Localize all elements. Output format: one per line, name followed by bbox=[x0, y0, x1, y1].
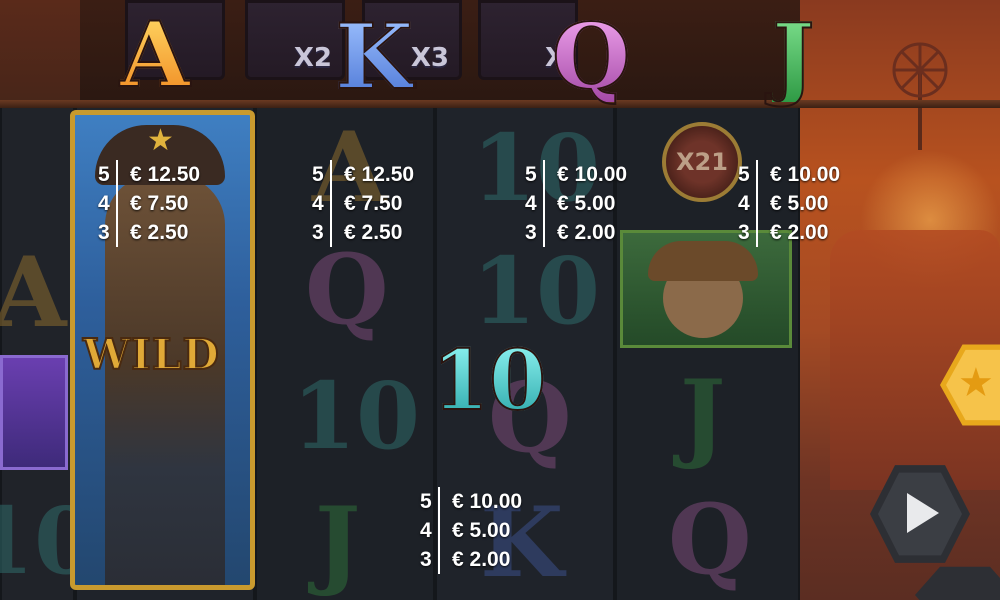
paytable-values: € 10.00 € 5.00 € 2.00 bbox=[758, 160, 840, 247]
payout-value: € 10.00 bbox=[557, 163, 628, 186]
count-5: 5 bbox=[312, 163, 324, 186]
paytable-counts: 5 4 3 bbox=[98, 160, 118, 247]
paytable-symbol-jack: J bbox=[771, 4, 816, 110]
payout-value: € 7.50 bbox=[130, 192, 189, 215]
payout-value: € 2.50 bbox=[130, 221, 189, 244]
payout-value: € 10.00 bbox=[770, 163, 841, 186]
count-3: 3 bbox=[420, 548, 432, 571]
count-3: 3 bbox=[525, 221, 537, 244]
paytable-values: € 12.50 € 7.50 € 2.50 bbox=[118, 160, 200, 247]
count-5: 5 bbox=[525, 163, 537, 186]
play-icon[interactable] bbox=[907, 493, 939, 533]
reel-symbol-ten: 10 bbox=[292, 362, 421, 470]
goblin-symbol bbox=[620, 230, 792, 348]
multiplier-card: X2 bbox=[245, 0, 345, 80]
reel-symbol-jack: J bbox=[680, 359, 726, 472]
character-symbol bbox=[0, 355, 68, 470]
paytable-symbol-queen: Q bbox=[551, 4, 631, 110]
count-3: 3 bbox=[312, 221, 324, 244]
paytable-counts: 5 4 3 bbox=[420, 487, 440, 574]
paytable-symbol-ten: 10 bbox=[431, 333, 547, 429]
paytable-king: 5 4 3 € 12.50 € 7.50 € 2.50 bbox=[312, 160, 414, 247]
reel-symbol-jack: J bbox=[315, 486, 361, 599]
count-4: 4 bbox=[525, 192, 537, 215]
paytable-counts: 5 4 3 bbox=[738, 160, 758, 247]
paytable-jack: 5 4 3 € 10.00 € 5.00 € 2.00 bbox=[738, 160, 840, 247]
count-4: 4 bbox=[98, 192, 110, 215]
reel-symbol-ace: A bbox=[0, 236, 67, 349]
count-5: 5 bbox=[98, 163, 110, 186]
payout-value: € 7.50 bbox=[344, 192, 403, 215]
paytable-counts: 5 4 3 bbox=[525, 160, 545, 247]
payout-value: € 5.00 bbox=[452, 519, 511, 542]
payout-value: € 12.50 bbox=[344, 163, 415, 186]
star-icon[interactable]: ★ bbox=[958, 360, 994, 406]
payout-value: € 2.00 bbox=[770, 221, 829, 244]
count-4: 4 bbox=[312, 192, 324, 215]
goblin-hat-icon bbox=[648, 241, 758, 281]
reel-symbol-queen: Q bbox=[668, 483, 752, 596]
count-5: 5 bbox=[738, 163, 750, 186]
payout-value: € 5.00 bbox=[557, 192, 616, 215]
paytable-ten: 5 4 3 € 10.00 € 5.00 € 2.00 bbox=[420, 487, 522, 574]
count-4: 4 bbox=[420, 519, 432, 542]
paytable-ace: 5 4 3 € 12.50 € 7.50 € 2.50 bbox=[98, 160, 200, 247]
count-4: 4 bbox=[738, 192, 750, 215]
payout-value: € 10.00 bbox=[452, 490, 523, 513]
count-3: 3 bbox=[738, 221, 750, 244]
reel-symbol-ten: 10 bbox=[472, 237, 601, 345]
wild-label: WILD bbox=[82, 329, 220, 380]
multiplier-label: X3 bbox=[410, 43, 449, 73]
payout-value: € 2.50 bbox=[344, 221, 403, 244]
paytable-values: € 10.00 € 5.00 € 2.00 bbox=[440, 487, 522, 574]
sheriff-star-icon: ★ bbox=[147, 124, 174, 157]
payout-value: € 2.00 bbox=[452, 548, 511, 571]
windmill-icon bbox=[892, 42, 948, 150]
paytable-values: € 10.00 € 5.00 € 2.00 bbox=[545, 160, 627, 247]
payout-value: € 2.00 bbox=[557, 221, 616, 244]
payout-value: € 12.50 bbox=[130, 163, 201, 186]
count-3: 3 bbox=[98, 221, 110, 244]
paytable-queen: 5 4 3 € 10.00 € 5.00 € 2.00 bbox=[525, 160, 627, 247]
multiplier-badge: X21 bbox=[662, 122, 742, 202]
paytable-values: € 12.50 € 7.50 € 2.50 bbox=[332, 160, 414, 247]
count-5: 5 bbox=[420, 490, 432, 513]
paytable-symbol-king: K bbox=[334, 4, 414, 110]
multiplier-label: X2 bbox=[293, 43, 332, 73]
reel-symbol-queen: Q bbox=[305, 233, 389, 346]
paytable-symbol-ace: A bbox=[119, 2, 191, 108]
paytable-counts: 5 4 3 bbox=[312, 160, 332, 247]
payout-value: € 5.00 bbox=[770, 192, 829, 215]
